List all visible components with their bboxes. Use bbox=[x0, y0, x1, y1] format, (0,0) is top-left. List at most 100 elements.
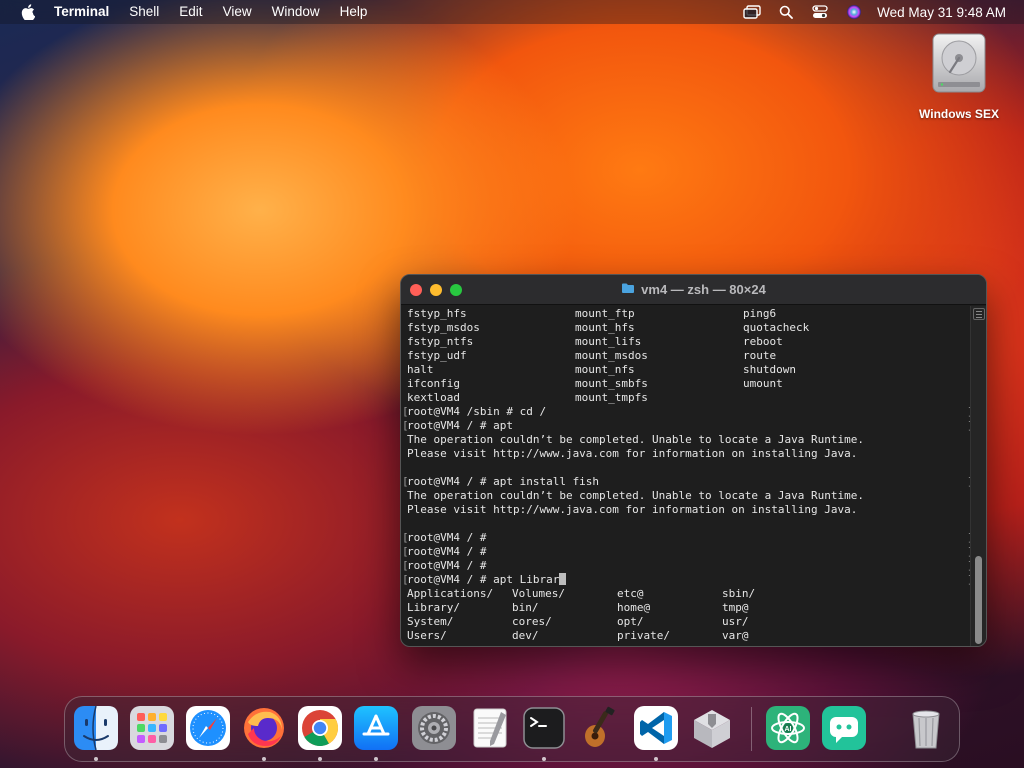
siri-icon[interactable] bbox=[837, 0, 871, 24]
listing-entry: mount_hfs bbox=[575, 321, 635, 334]
dock: AI bbox=[64, 696, 960, 762]
window-mirror-icon[interactable] bbox=[735, 0, 769, 24]
installer-icon[interactable] bbox=[689, 705, 735, 751]
mark-bracket: [ bbox=[402, 573, 409, 586]
chatbot-icon[interactable] bbox=[821, 705, 867, 751]
textedit-icon[interactable] bbox=[467, 705, 513, 751]
listing-entry: kextload bbox=[407, 391, 460, 404]
prompt-text: root@VM4 / # apt install fish bbox=[407, 475, 600, 488]
ai-atom-icon[interactable]: AI bbox=[765, 705, 811, 751]
listing-entry: mount_nfs bbox=[575, 363, 635, 376]
text-cursor bbox=[559, 573, 567, 585]
firefox-icon[interactable] bbox=[241, 705, 287, 751]
listing-entry: reboot bbox=[743, 335, 783, 348]
completion-entry: private/ bbox=[617, 629, 670, 642]
menu-help[interactable]: Help bbox=[330, 0, 378, 24]
mark-bracket: [ bbox=[402, 559, 409, 572]
menu-shell[interactable]: Shell bbox=[119, 0, 169, 24]
terminal-output[interactable]: fstyp_hfs mount_ftp ping6 fstyp_msdos mount_… bbox=[401, 306, 974, 646]
completion-entry: tmp@ bbox=[722, 601, 749, 614]
completion-row: System/cores/opt/usr/ bbox=[407, 615, 970, 629]
listing-entry: halt bbox=[407, 363, 434, 376]
listing-entry: fstyp_udf bbox=[407, 349, 467, 362]
completion-entry: home@ bbox=[617, 601, 651, 614]
terminal-scrollbar[interactable] bbox=[970, 306, 986, 646]
chrome-icon[interactable] bbox=[297, 705, 343, 751]
listing-entry: mount_smbfs bbox=[575, 377, 648, 390]
output-line: Please visit http://www.java.com for inf… bbox=[407, 503, 970, 517]
listing-entry: mount_tmpfs bbox=[575, 391, 648, 404]
app-store-icon[interactable] bbox=[353, 705, 399, 751]
menu-bar: Terminal Shell Edit View Window Help Wed… bbox=[0, 0, 1024, 24]
zoom-button[interactable] bbox=[450, 284, 462, 296]
mark-bracket: [ bbox=[402, 531, 409, 544]
apple-menu-icon[interactable] bbox=[18, 0, 38, 24]
mark-bracket: [ bbox=[402, 405, 409, 418]
prompt-line: []root@VM4 / # bbox=[402, 531, 974, 545]
finder-icon[interactable] bbox=[73, 705, 119, 751]
close-button[interactable] bbox=[410, 284, 422, 296]
completion-row: Users/dev/private/var@ bbox=[407, 629, 970, 643]
mark-bracket: [ bbox=[402, 545, 409, 558]
completion-entry: opt/ bbox=[617, 615, 644, 628]
dock-separator bbox=[751, 707, 752, 751]
current-prompt-line: []root@VM4 / # apt Librar bbox=[402, 573, 974, 587]
vscode-icon[interactable] bbox=[633, 705, 679, 751]
menubar-clock[interactable]: Wed May 31 9:48 AM bbox=[871, 5, 1024, 20]
terminal-titlebar[interactable]: vm4 — zsh — 80×24 bbox=[401, 275, 986, 305]
output-line: fstyp_ntfs mount_lifs reboot bbox=[407, 335, 970, 349]
launchpad-icon[interactable] bbox=[129, 705, 175, 751]
command-input[interactable]: root@VM4 / # apt Librar bbox=[407, 573, 559, 586]
menu-view[interactable]: View bbox=[213, 0, 262, 24]
minimize-button[interactable] bbox=[430, 284, 442, 296]
scroll-menu-icon[interactable] bbox=[972, 308, 985, 320]
garageband-icon[interactable] bbox=[577, 705, 623, 751]
system-settings-icon[interactable] bbox=[411, 705, 457, 751]
hard-drive-icon[interactable] bbox=[930, 32, 988, 99]
completion-entry: dev/ bbox=[512, 629, 539, 642]
svg-text:AI: AI bbox=[785, 726, 792, 733]
terminal-icon[interactable] bbox=[521, 705, 567, 751]
menu-window[interactable]: Window bbox=[262, 0, 330, 24]
search-icon[interactable] bbox=[769, 0, 803, 24]
prompt-text: root@VM4 / # apt bbox=[407, 419, 513, 432]
listing-entry: umount bbox=[743, 377, 783, 390]
running-indicator bbox=[654, 757, 658, 761]
running-indicator bbox=[318, 757, 322, 761]
output-text: Please visit http://www.java.com for inf… bbox=[407, 447, 858, 460]
prompt-line: []root@VM4 /sbin # cd / bbox=[402, 405, 974, 419]
menu-app-name[interactable]: Terminal bbox=[44, 0, 119, 24]
completion-entry: usr/ bbox=[722, 615, 749, 628]
output-line: The operation couldn’t be completed. Una… bbox=[407, 489, 970, 503]
prompt-line: []root@VM4 / # bbox=[402, 545, 974, 559]
output-line: Please visit http://www.java.com for inf… bbox=[407, 447, 970, 461]
desktop-drive[interactable]: Windows SEX bbox=[914, 32, 1004, 121]
safari-icon[interactable] bbox=[185, 705, 231, 751]
output-line: kextload mount_tmpfs bbox=[407, 391, 970, 405]
completion-entry: bin/ bbox=[512, 601, 539, 614]
running-indicator bbox=[94, 757, 98, 761]
running-indicator bbox=[374, 757, 378, 761]
prompt-text: root@VM4 /sbin # cd / bbox=[407, 405, 547, 418]
completion-entry: Library/ bbox=[407, 601, 460, 614]
prompt-text: root@VM4 / # bbox=[407, 559, 487, 572]
prompt-line: []root@VM4 / # apt install fish bbox=[402, 475, 974, 489]
listing-entry: mount_msdos bbox=[575, 349, 648, 362]
scroll-thumb[interactable] bbox=[975, 556, 982, 644]
completion-entry: Volumes/ bbox=[512, 587, 565, 600]
output-line: fstyp_hfs mount_ftp ping6 bbox=[407, 307, 970, 321]
listing-entry: route bbox=[743, 349, 777, 362]
control-center-icon[interactable] bbox=[803, 0, 837, 24]
terminal-window[interactable]: vm4 — zsh — 80×24 fstyp_hfs mount_ftp ping… bbox=[400, 274, 987, 647]
output-text: Please visit http://www.java.com for inf… bbox=[407, 503, 858, 516]
output-line: The operation couldn’t be completed. Una… bbox=[407, 433, 970, 447]
output-text: The operation couldn’t be completed. Una… bbox=[407, 489, 864, 502]
prompt-line: []root@VM4 / # bbox=[402, 559, 974, 573]
listing-entry: mount_lifs bbox=[575, 335, 642, 348]
menu-edit[interactable]: Edit bbox=[169, 0, 212, 24]
completion-entry: cores/ bbox=[512, 615, 552, 628]
running-indicator bbox=[542, 757, 546, 761]
trash-icon[interactable] bbox=[903, 705, 949, 751]
